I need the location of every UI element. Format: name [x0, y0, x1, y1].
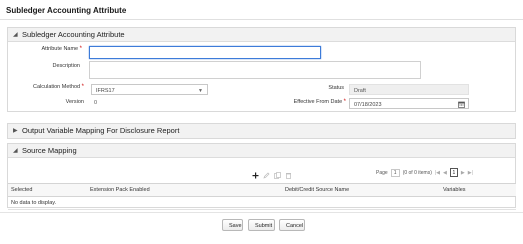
next-page-icon[interactable]: ▶: [461, 170, 465, 176]
output-mapping-panel-title: Output Variable Mapping For Disclosure R…: [22, 126, 180, 135]
version-label: Version: [65, 99, 84, 105]
column-header-source-name[interactable]: Debit/Credit Source Name: [285, 187, 349, 193]
source-mapping-table: Selected Extension Pack Enabled Debit/Cr…: [8, 183, 516, 210]
column-header-extension-pack[interactable]: Extension Pack Enabled: [90, 187, 150, 193]
first-page-icon[interactable]: |◀: [435, 170, 440, 176]
status-value: Draft: [349, 84, 469, 95]
output-mapping-panel-header[interactable]: ▶ Output Variable Mapping For Disclosure…: [8, 124, 515, 138]
attribute-panel-title: Subledger Accounting Attribute: [22, 30, 125, 39]
source-mapping-panel-title: Source Mapping: [22, 146, 77, 155]
page-label: Page: [376, 169, 388, 176]
calculation-method-label: Calculation Method *: [33, 84, 84, 90]
effective-date-input[interactable]: 07/18/2023: [349, 98, 469, 109]
items-count: (0 of 0 items): [402, 169, 432, 176]
collapse-chevron-icon[interactable]: ◢: [13, 31, 18, 38]
submit-button[interactable]: Submit: [248, 219, 275, 231]
save-button[interactable]: Save: [222, 219, 243, 231]
source-mapping-toolbar: [252, 166, 292, 179]
column-header-selected[interactable]: Selected: [11, 187, 32, 193]
table-header: Selected Extension Pack Enabled Debit/Cr…: [8, 183, 516, 197]
chevron-down-icon: ▼: [198, 88, 203, 94]
calendar-icon[interactable]: [458, 101, 465, 110]
prev-page-icon[interactable]: ◀: [443, 170, 447, 176]
effective-date-label: Effective From Date *: [293, 99, 346, 105]
collapse-chevron-icon[interactable]: ◢: [13, 147, 18, 154]
version-value: 0: [94, 100, 98, 106]
status-label: Status: [328, 85, 344, 91]
attribute-name-input[interactable]: [89, 46, 321, 59]
column-header-variables[interactable]: Variables: [443, 187, 466, 193]
expand-chevron-icon[interactable]: ▶: [13, 127, 18, 134]
add-icon[interactable]: [252, 166, 259, 179]
cancel-button[interactable]: Cancel: [279, 219, 305, 231]
last-page-icon[interactable]: ▶|: [468, 170, 473, 176]
edit-icon[interactable]: [263, 166, 270, 179]
description-textarea[interactable]: [89, 61, 421, 79]
pagination: Page 1 (0 of 0 items) |◀ ◀ 1 ▶ ▶|: [376, 168, 473, 177]
empty-message: No data to display.: [11, 200, 57, 206]
source-mapping-panel-header[interactable]: ◢ Source Mapping: [8, 144, 515, 158]
attribute-panel-header[interactable]: ◢ Subledger Accounting Attribute: [8, 28, 515, 42]
empty-row: No data to display.: [8, 197, 516, 210]
page-title: Subledger Accounting Attribute: [6, 6, 127, 15]
delete-icon[interactable]: [285, 166, 292, 179]
attribute-name-label: Attribute Name *: [41, 46, 82, 52]
page-number-input[interactable]: 1: [390, 168, 400, 177]
description-label: Description: [52, 63, 80, 69]
current-page-button[interactable]: 1: [449, 168, 458, 177]
title-divider: [0, 19, 523, 20]
copy-icon[interactable]: [274, 166, 281, 179]
calculation-method-select[interactable]: IFRS17 ▼: [91, 84, 208, 95]
output-mapping-panel: ▶ Output Variable Mapping For Disclosure…: [7, 123, 516, 139]
footer-divider: [0, 212, 523, 213]
